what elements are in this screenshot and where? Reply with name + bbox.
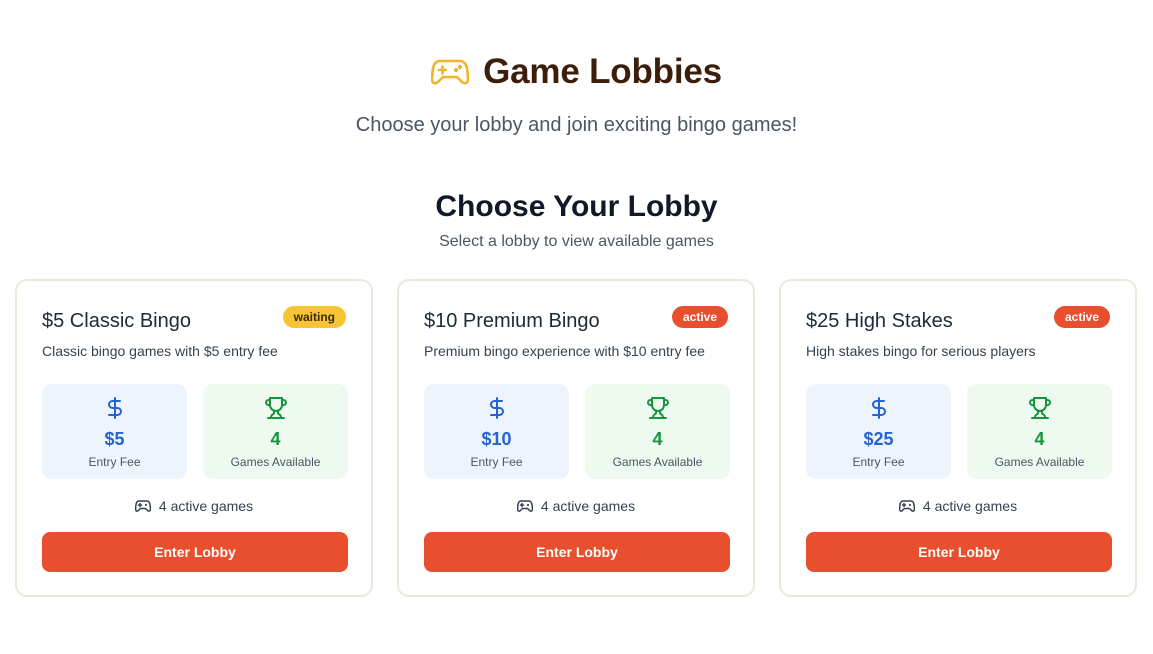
- entry-fee-value: $10: [481, 429, 512, 449]
- gamepad-icon: [430, 58, 470, 86]
- enter-lobby-button[interactable]: Enter Lobby: [424, 532, 730, 572]
- active-games-text: 4 active games: [540, 498, 636, 514]
- page-title: Game Lobbies: [483, 52, 722, 91]
- entry-fee-box: $5 Entry Fee: [42, 384, 187, 479]
- games-available-value: 4: [270, 429, 281, 449]
- games-available-label: Games Available: [612, 455, 703, 469]
- lobby-description: High stakes bingo for serious players: [806, 343, 1036, 359]
- enter-lobby-button[interactable]: Enter Lobby: [806, 532, 1112, 572]
- lobby-description: Premium bingo experience with $10 entry …: [424, 343, 705, 359]
- page-header: Game Lobbies Choose your lobby and join …: [0, 50, 1153, 137]
- games-available-box: 4 Games Available: [203, 384, 348, 479]
- dollar-icon: [867, 396, 891, 420]
- enter-lobby-button[interactable]: Enter Lobby: [42, 532, 348, 572]
- entry-fee-box: $10 Entry Fee: [424, 384, 569, 479]
- active-games-text: 4 active games: [922, 498, 1018, 514]
- trophy-icon: [1028, 396, 1052, 420]
- games-available-label: Games Available: [994, 455, 1085, 469]
- dollar-icon: [103, 396, 127, 420]
- active-games-row: 4 active games: [781, 498, 1135, 514]
- entry-fee-label: Entry Fee: [88, 455, 141, 469]
- lobby-name: $25 High Stakes: [806, 310, 953, 332]
- gamepad-icon: [516, 499, 534, 513]
- status-badge: active: [671, 306, 728, 328]
- page-subtitle: Choose your lobby and join exciting bing…: [355, 114, 798, 136]
- entry-fee-value: $5: [104, 429, 125, 449]
- active-games-text: 4 active games: [158, 498, 254, 514]
- active-games-row: 4 active games: [17, 498, 371, 514]
- games-available-box: 4 Games Available: [585, 384, 730, 479]
- lobby-name: $10 Premium Bingo: [424, 310, 600, 332]
- gamepad-icon: [134, 499, 152, 513]
- lobby-section-header: Choose Your Lobby Select a lobby to view…: [0, 187, 1153, 251]
- lobby-card-classic: $5 Classic Bingo waiting Classic bingo g…: [15, 279, 373, 597]
- dollar-icon: [485, 396, 509, 420]
- lobby-card-high-stakes: $25 High Stakes active High stakes bingo…: [779, 279, 1137, 597]
- entry-fee-box: $25 Entry Fee: [806, 384, 951, 479]
- active-games-row: 4 active games: [399, 498, 753, 514]
- lobby-description: Classic bingo games with $5 entry fee: [42, 343, 278, 359]
- trophy-icon: [264, 396, 288, 420]
- lobby-card-premium: $10 Premium Bingo active Premium bingo e…: [397, 279, 755, 597]
- entry-fee-value: $25: [863, 429, 894, 449]
- entry-fee-label: Entry Fee: [852, 455, 905, 469]
- status-badge: waiting: [282, 306, 346, 328]
- gamepad-icon: [898, 499, 916, 513]
- games-available-value: 4: [652, 429, 663, 449]
- entry-fee-label: Entry Fee: [470, 455, 523, 469]
- games-available-label: Games Available: [230, 455, 321, 469]
- title-row: Game Lobbies: [0, 50, 1153, 94]
- games-available-value: 4: [1034, 429, 1045, 449]
- section-subtitle: Select a lobby to view available games: [439, 233, 714, 250]
- section-title: Choose Your Lobby: [435, 190, 718, 223]
- lobby-cards: $5 Classic Bingo waiting Classic bingo g…: [15, 279, 1137, 597]
- status-badge: active: [1053, 306, 1110, 328]
- games-available-box: 4 Games Available: [967, 384, 1112, 479]
- trophy-icon: [646, 396, 670, 420]
- lobby-name: $5 Classic Bingo: [42, 310, 191, 332]
